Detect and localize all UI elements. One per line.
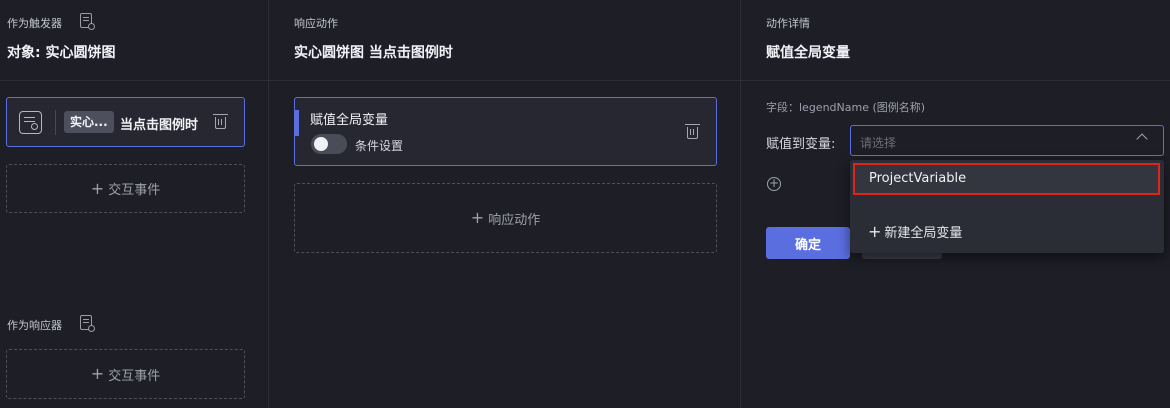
chevron-up-icon [1136, 133, 1148, 145]
variable-select[interactable]: 请选择 [850, 125, 1164, 156]
card-separator [55, 110, 56, 135]
add-responder-event-button[interactable]: + 交互事件 [6, 349, 245, 399]
trigger-panel: 作为触发器 对象: 实心圆饼图 实心... 当点击图例时 + 交互事件 作为响应… [0, 0, 269, 408]
select-placeholder: 请选择 [860, 136, 897, 150]
new-global-variable-option[interactable]: + 新建全局变量 [868, 222, 962, 241]
plus-icon: + [868, 222, 882, 241]
confirm-button[interactable]: 确定 [766, 227, 850, 259]
field-hint: 字段：legendName (图例名称) [766, 101, 926, 114]
add-action-label: 响应动作 [488, 212, 541, 228]
dropdown-option-project-variable[interactable]: ProjectVariable [853, 163, 1160, 195]
new-global-variable-label: 新建全局变量 [884, 226, 963, 241]
detail-section-label: 动作详情 [766, 17, 810, 30]
plus-icon: + [470, 208, 485, 227]
delete-action-icon[interactable] [685, 124, 700, 139]
doc-icon[interactable] [80, 13, 95, 30]
responder-section-label: 作为响应器 [7, 319, 62, 332]
add-circle-icon[interactable]: + [767, 177, 781, 191]
response-title: 实心圆饼图 当点击图例时 [294, 45, 453, 61]
variable-dropdown: ProjectVariable + 新建全局变量 [850, 160, 1164, 253]
response-section-label: 响应动作 [294, 17, 338, 30]
condition-toggle[interactable] [311, 134, 347, 154]
object-tag: 实心... [64, 111, 114, 133]
doc-icon[interactable] [80, 315, 95, 332]
assign-to-variable-label: 赋值到变量: [766, 137, 836, 152]
confirm-label: 确定 [794, 237, 821, 253]
action-title: 赋值全局变量 [310, 113, 389, 128]
trigger-section-label: 作为触发器 [7, 17, 62, 30]
object-title: 对象: 实心圆饼图 [7, 45, 116, 61]
trigger-event-card[interactable]: 实心... 当点击图例时 [6, 97, 245, 147]
action-card-assign-global-variable[interactable]: 赋值全局变量 条件设置 [294, 97, 717, 166]
detail-title: 赋值全局变量 [766, 45, 850, 61]
toggle-knob [314, 137, 328, 151]
add-event-label: 交互事件 [108, 183, 161, 198]
add-response-action-button[interactable]: + 响应动作 [294, 183, 717, 253]
event-list-icon [19, 111, 42, 134]
trigger-event-label: 当点击图例时 [120, 118, 199, 133]
response-panel: 响应动作 实心圆饼图 当点击图例时 赋值全局变量 条件设置 + 响应动作 [270, 0, 741, 408]
selected-indicator [295, 110, 299, 136]
plus-icon: + [90, 178, 105, 198]
condition-label: 条件设置 [355, 139, 404, 153]
add-event-label: 交互事件 [108, 368, 161, 384]
add-interaction-event-button[interactable]: + 交互事件 [6, 164, 245, 213]
delete-trigger-icon[interactable] [213, 114, 228, 129]
plus-icon: + [90, 364, 105, 383]
